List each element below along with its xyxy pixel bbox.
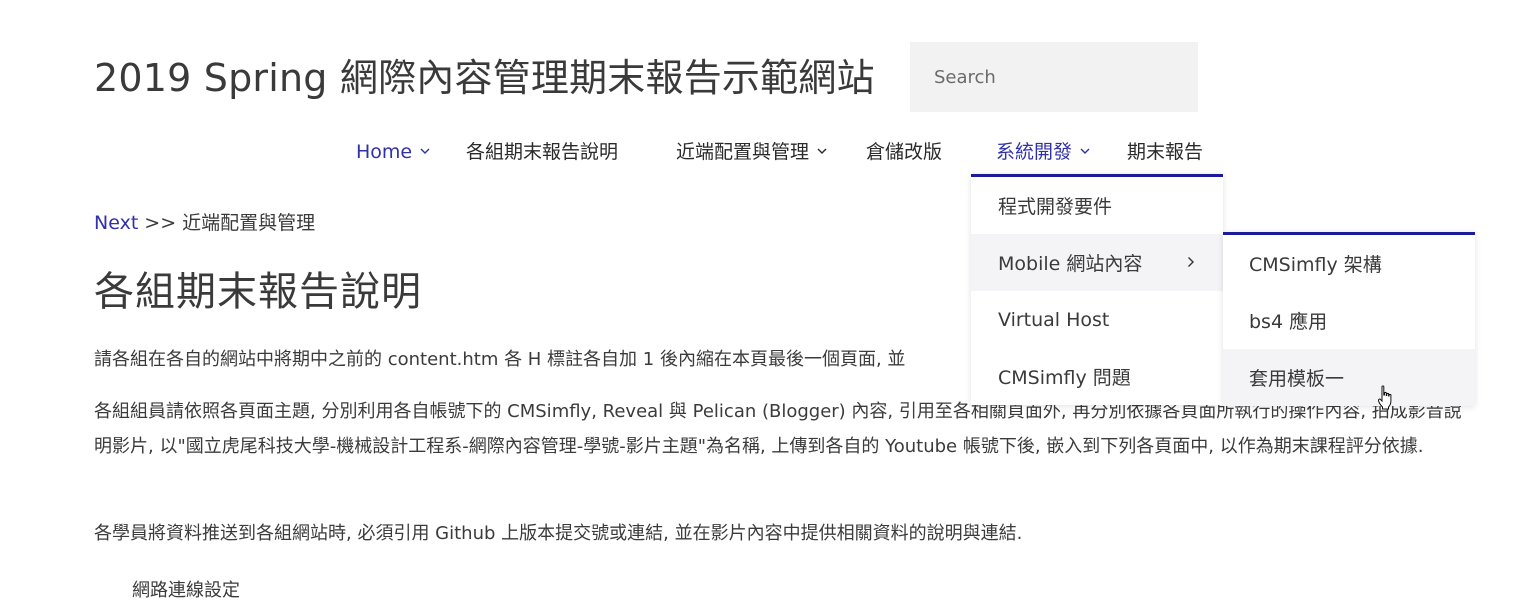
nav-item-label: 期末報告 — [1127, 141, 1204, 163]
nav-item-label: Home — [356, 141, 413, 163]
nav-item-report-instructions[interactable]: 各組期末報告說明 — [466, 137, 618, 167]
search-box[interactable] — [910, 42, 1198, 112]
nav-item-label: 系統開發 — [996, 141, 1073, 163]
dropdown-item-label: CMSimfly 問題 — [998, 367, 1131, 389]
nav-item-home[interactable]: Home — [356, 137, 430, 167]
chevron-right-icon — [1187, 252, 1195, 273]
system-dev-dropdown: 程式開發要件 Mobile 網站內容 Virtual Host CMSimfly… — [971, 174, 1223, 405]
submenu-item-label: CMSimfly 架構 — [1249, 254, 1382, 276]
dropdown-item-dev-requirements[interactable]: 程式開發要件 — [971, 177, 1223, 234]
breadcrumb-current[interactable]: >> 近端配置與管理 — [138, 212, 315, 234]
nav-item-label: 倉儲改版 — [866, 141, 943, 163]
chevron-down-icon[interactable] — [1080, 136, 1090, 166]
search-input[interactable] — [932, 65, 1198, 89]
dropdown-item-label: Virtual Host — [998, 308, 1110, 331]
dropdown-item-mobile-content[interactable]: Mobile 網站內容 — [971, 234, 1223, 291]
page-title: 各組期末報告說明 — [94, 269, 422, 315]
site-title[interactable]: 2019 Spring 網際內容管理期末報告示範網站 — [94, 52, 875, 104]
dropdown-item-label: 程式開發要件 — [998, 196, 1113, 218]
content-paragraph: 各學員將資料推送到各組網站時, 必須引用 Github 上版本提交號或連結, 並… — [94, 523, 1023, 544]
dropdown-item-label: Mobile 網站內容 — [998, 253, 1143, 275]
nav-item-repo-revision[interactable]: 倉儲改版 — [866, 137, 942, 167]
nav-item-label: 近端配置與管理 — [676, 141, 810, 163]
submenu-item-bs4-application[interactable]: bs4 應用 — [1223, 292, 1475, 349]
submenu-item-label: bs4 應用 — [1249, 311, 1328, 333]
nav-item-final-report[interactable]: 期末報告 — [1127, 137, 1203, 167]
mobile-content-submenu: CMSimfly 架構 bs4 應用 套用模板一 — [1223, 232, 1475, 406]
list-item[interactable]: 網路連線設定 — [132, 576, 240, 602]
dropdown-item-cmsimfly-issues[interactable]: CMSimfly 問題 — [971, 348, 1223, 405]
breadcrumb: Next >> 近端配置與管理 — [94, 208, 315, 235]
chevron-down-icon[interactable] — [420, 136, 430, 166]
nav-item-system-dev[interactable]: 系統開發 — [996, 137, 1090, 167]
submenu-item-label: 套用模板一 — [1249, 368, 1345, 390]
dropdown-item-virtual-host[interactable]: Virtual Host — [971, 291, 1223, 348]
nav-item-local-config[interactable]: 近端配置與管理 — [676, 137, 827, 167]
submenu-item-apply-template-one[interactable]: 套用模板一 — [1223, 349, 1475, 406]
hand-pointer-icon — [1377, 385, 1395, 411]
nav-item-label: 各組期末報告說明 — [466, 141, 619, 163]
submenu-item-cmsimfly-architecture[interactable]: CMSimfly 架構 — [1223, 235, 1475, 292]
breadcrumb-next-link[interactable]: Next — [94, 212, 138, 234]
page: 2019 Spring 網際內容管理期末報告示範網站 Home 各組期末報告說明… — [0, 0, 1533, 613]
chevron-down-icon[interactable] — [817, 136, 827, 166]
